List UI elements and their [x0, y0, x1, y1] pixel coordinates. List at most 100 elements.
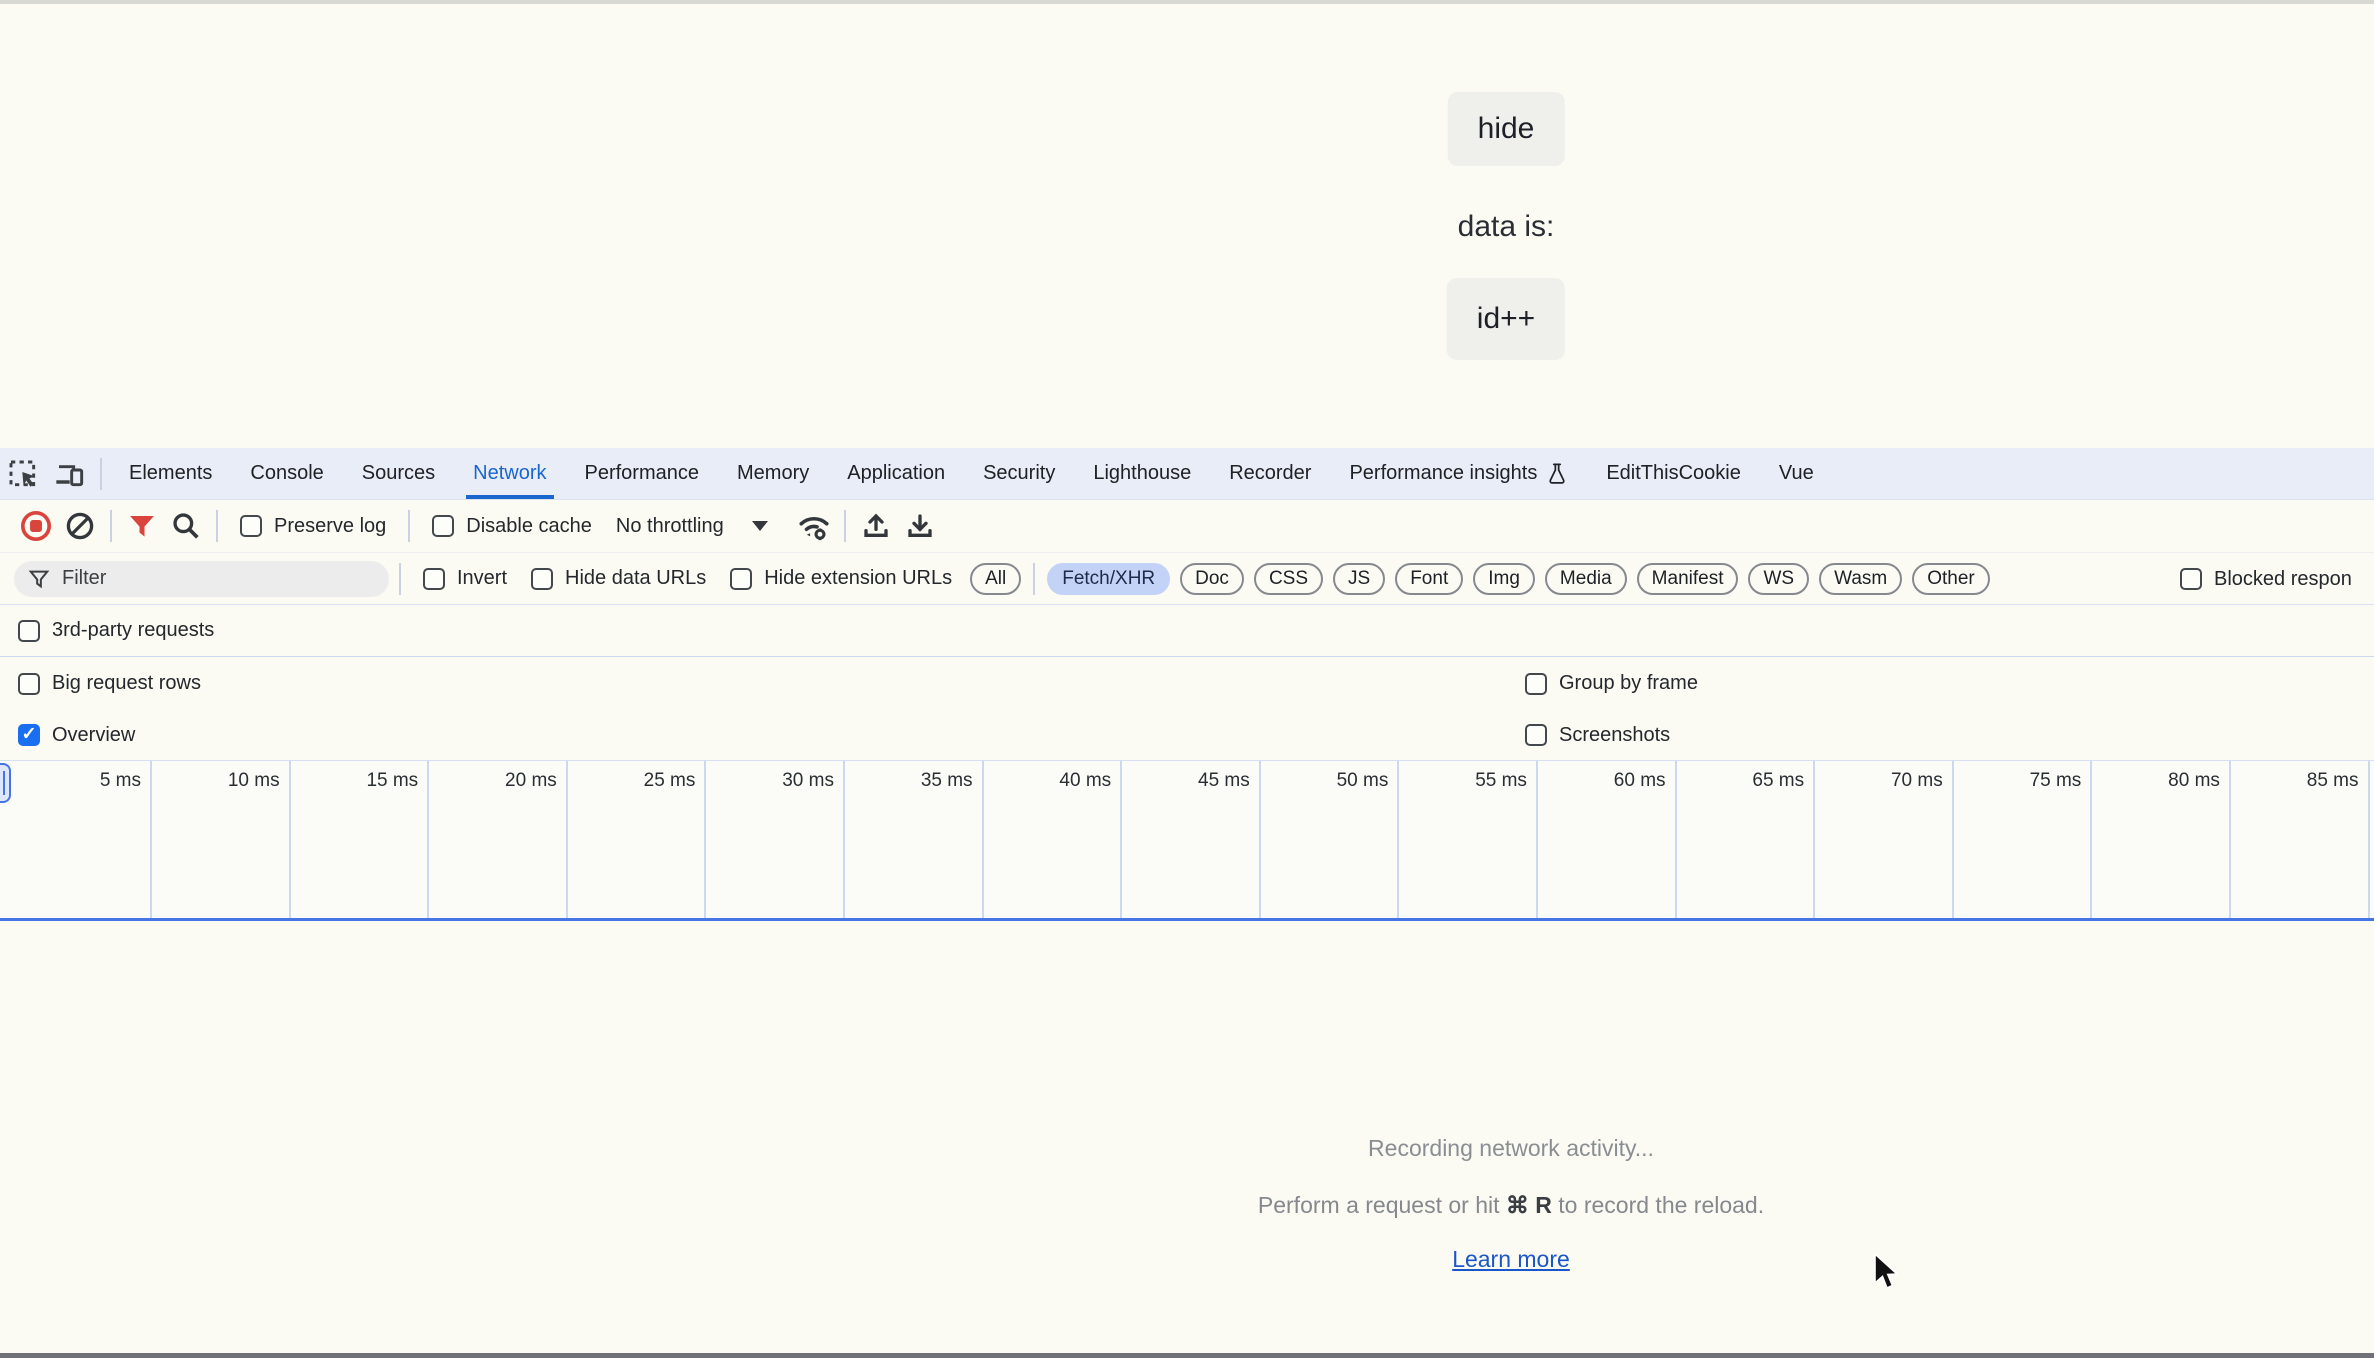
throttling-value: No throttling — [616, 515, 724, 538]
overview-option[interactable]: Overview — [18, 724, 135, 747]
learn-more-link[interactable]: Learn more — [1452, 1246, 1570, 1273]
devtools-panel: Elements Console Sources Network Performance… — [0, 448, 2374, 1358]
preserve-log-checkbox[interactable] — [240, 515, 262, 537]
invert-option[interactable]: Invert — [423, 567, 507, 590]
tab-vue[interactable]: Vue — [1760, 448, 1833, 499]
ruler-tick-label: 30 ms — [782, 761, 843, 918]
blocked-response-cookies-option[interactable]: Blocked respon — [2180, 553, 2352, 605]
device-toolbar-icon — [53, 458, 85, 490]
ruler-cell: 5 ms — [0, 761, 152, 918]
third-party-option[interactable]: 3rd-party requests — [18, 619, 214, 642]
screenshot-bottom-edge — [0, 1353, 2374, 1358]
tab-bar-separator — [100, 458, 102, 490]
big-request-rows-option[interactable]: Big request rows — [18, 672, 201, 695]
mouse-cursor — [1872, 1252, 1902, 1294]
hide-data-urls-label: Hide data URLs — [565, 567, 706, 590]
tab-recorder[interactable]: Recorder — [1210, 448, 1330, 499]
tab-label: Performance — [585, 462, 700, 485]
hide-button[interactable]: hide — [1448, 92, 1565, 166]
ruler-tick-label: 5 ms — [100, 761, 150, 918]
type-filter-font[interactable]: Font — [1395, 563, 1463, 595]
tab-network[interactable]: Network — [454, 448, 565, 499]
ruler-cell: 15 ms — [291, 761, 430, 918]
ruler-cell: 75 ms — [1954, 761, 2093, 918]
disable-cache-option[interactable]: Disable cache — [432, 515, 592, 538]
tab-label: Sources — [362, 462, 435, 485]
tab-label: Network — [473, 462, 546, 485]
tab-elements[interactable]: Elements — [110, 448, 231, 499]
page-content-column: hide data is: id++ — [1447, 92, 1565, 360]
ruler-tick-label: 25 ms — [644, 761, 705, 918]
ruler-cell: 20 ms — [429, 761, 568, 918]
filter-funnel-icon — [127, 511, 157, 541]
network-overview-timeline[interactable]: 5 ms10 ms15 ms20 ms25 ms30 ms35 ms40 ms4… — [0, 760, 2374, 918]
type-filter-media[interactable]: Media — [1545, 563, 1627, 595]
record-network-log-button[interactable] — [14, 504, 58, 548]
group-by-frame-option[interactable]: Group by frame — [1525, 657, 1698, 710]
third-party-checkbox[interactable] — [18, 620, 40, 642]
tab-performance[interactable]: Performance — [566, 448, 719, 499]
type-filter-js[interactable]: JS — [1333, 563, 1385, 595]
increment-id-button[interactable]: id++ — [1447, 278, 1565, 360]
type-filter-manifest[interactable]: Manifest — [1637, 563, 1739, 595]
tab-label: Elements — [129, 462, 212, 485]
throttling-select[interactable]: No throttling — [616, 515, 768, 538]
filter-toggle-button[interactable] — [120, 504, 164, 548]
overview-checkbox[interactable] — [18, 724, 40, 746]
tab-label: EditThisCookie — [1606, 462, 1741, 485]
toggle-device-toolbar-button[interactable] — [46, 448, 92, 499]
tab-security[interactable]: Security — [964, 448, 1074, 499]
invert-label: Invert — [457, 567, 507, 590]
hide-extension-urls-checkbox[interactable] — [730, 568, 752, 590]
upload-icon — [860, 510, 892, 542]
type-filter-all[interactable]: All — [970, 563, 1021, 595]
tab-sources[interactable]: Sources — [343, 448, 454, 499]
filter-input[interactable]: Filter — [14, 561, 389, 597]
tab-application[interactable]: Application — [828, 448, 964, 499]
overview-drag-handle[interactable] — [0, 763, 11, 803]
keyboard-shortcut: ⌘ R — [1506, 1192, 1552, 1218]
filter-separator — [399, 563, 401, 595]
disable-cache-label: Disable cache — [466, 515, 592, 538]
hide-data-urls-option[interactable]: Hide data URLs — [531, 567, 706, 590]
ruler-tick-label: 50 ms — [1337, 761, 1398, 918]
tab-performance-insights[interactable]: Performance insights — [1330, 448, 1587, 499]
type-filter-css[interactable]: CSS — [1254, 563, 1323, 595]
hide-extension-urls-option[interactable]: Hide extension URLs — [730, 567, 952, 590]
overview-option-row: Overview Screenshots — [0, 710, 2374, 760]
tab-label: Security — [983, 462, 1055, 485]
tab-label: Memory — [737, 462, 809, 485]
network-conditions-button[interactable] — [792, 504, 836, 548]
preserve-log-label: Preserve log — [274, 515, 386, 538]
import-har-button[interactable] — [854, 504, 898, 548]
inspect-cursor-icon — [7, 458, 39, 490]
type-filter-wasm[interactable]: Wasm — [1819, 563, 1902, 595]
screenshots-checkbox[interactable] — [1525, 724, 1547, 746]
tab-console[interactable]: Console — [231, 448, 342, 499]
panel-tabs: Elements Console Sources Network Performance… — [110, 448, 1833, 499]
toolbar-separator — [408, 510, 410, 542]
type-filter-doc[interactable]: Doc — [1180, 563, 1244, 595]
group-by-frame-checkbox[interactable] — [1525, 673, 1547, 695]
invert-checkbox[interactable] — [423, 568, 445, 590]
type-filter-img[interactable]: Img — [1473, 563, 1535, 595]
tab-memory[interactable]: Memory — [718, 448, 828, 499]
clear-network-log-button[interactable] — [58, 504, 102, 548]
request-type-filters: All Fetch/XHR Doc CSS JS Font Img Media Manifest… — [970, 563, 1990, 595]
type-filter-other[interactable]: Other — [1912, 563, 1990, 595]
ruler-cell: 65 ms — [1677, 761, 1816, 918]
ruler-tick-label: 40 ms — [1059, 761, 1120, 918]
big-request-rows-checkbox[interactable] — [18, 673, 40, 695]
type-filter-ws[interactable]: WS — [1748, 563, 1809, 595]
inspect-element-button[interactable] — [0, 448, 46, 499]
hide-data-urls-checkbox[interactable] — [531, 568, 553, 590]
export-har-button[interactable] — [898, 504, 942, 548]
type-filter-fetch-xhr[interactable]: Fetch/XHR — [1047, 563, 1170, 595]
tab-editthiscookie[interactable]: EditThisCookie — [1587, 448, 1760, 499]
screenshots-option[interactable]: Screenshots — [1525, 710, 1670, 760]
disable-cache-checkbox[interactable] — [432, 515, 454, 537]
tab-lighthouse[interactable]: Lighthouse — [1074, 448, 1210, 499]
blocked-response-cookies-checkbox[interactable] — [2180, 568, 2202, 590]
search-button[interactable] — [164, 504, 208, 548]
preserve-log-option[interactable]: Preserve log — [240, 515, 386, 538]
